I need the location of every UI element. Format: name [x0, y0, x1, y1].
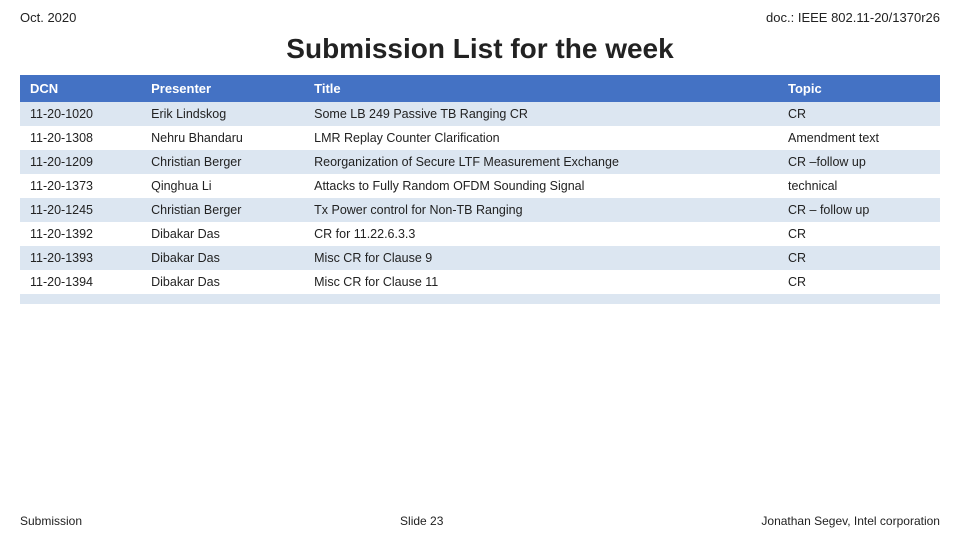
col-header-dcn: DCN [20, 75, 141, 102]
col-header-topic: Topic [778, 75, 940, 102]
cell-topic: CR [778, 222, 940, 246]
cell-dcn: 11-20-1373 [20, 174, 141, 198]
table-row: 11-20-1394Dibakar DasMisc CR for Clause … [20, 270, 940, 294]
table-header-row: DCN Presenter Title Topic [20, 75, 940, 102]
table-row: 11-20-1308Nehru BhandaruLMR Replay Count… [20, 126, 940, 150]
doc-ref-label: doc.: IEEE 802.11-20/1370r26 [766, 10, 940, 25]
cell-presenter: Qinghua Li [141, 174, 304, 198]
cell-title: Misc CR for Clause 9 [304, 246, 778, 270]
footer: Submission Slide 23 Jonathan Segev, Inte… [0, 514, 960, 528]
cell-title [304, 294, 778, 304]
page-title: Submission List for the week [0, 33, 960, 65]
cell-presenter: Nehru Bhandaru [141, 126, 304, 150]
table-row: 11-20-1393Dibakar DasMisc CR for Clause … [20, 246, 940, 270]
cell-presenter: Christian Berger [141, 198, 304, 222]
cell-dcn: 11-20-1245 [20, 198, 141, 222]
cell-dcn: 11-20-1020 [20, 102, 141, 126]
footer-center: Slide 23 [400, 514, 443, 528]
cell-presenter [141, 294, 304, 304]
cell-dcn: 11-20-1394 [20, 270, 141, 294]
cell-dcn: 11-20-1209 [20, 150, 141, 174]
cell-dcn: 11-20-1392 [20, 222, 141, 246]
footer-left: Submission [20, 514, 82, 528]
cell-title: Reorganization of Secure LTF Measurement… [304, 150, 778, 174]
cell-title: CR for 11.22.6.3.3 [304, 222, 778, 246]
table-row: 11-20-1373Qinghua LiAttacks to Fully Ran… [20, 174, 940, 198]
cell-topic: CR [778, 102, 940, 126]
cell-presenter: Dibakar Das [141, 222, 304, 246]
table-row: 11-20-1245Christian BergerTx Power contr… [20, 198, 940, 222]
header-bar: Oct. 2020 doc.: IEEE 802.11-20/1370r26 [0, 0, 960, 29]
col-header-presenter: Presenter [141, 75, 304, 102]
cell-title: Misc CR for Clause 11 [304, 270, 778, 294]
table-row: 11-20-1209Christian BergerReorganization… [20, 150, 940, 174]
cell-title: Some LB 249 Passive TB Ranging CR [304, 102, 778, 126]
date-label: Oct. 2020 [20, 10, 76, 25]
table-row [20, 294, 940, 304]
cell-title: LMR Replay Counter Clarification [304, 126, 778, 150]
cell-dcn: 11-20-1393 [20, 246, 141, 270]
cell-title: Attacks to Fully Random OFDM Sounding Si… [304, 174, 778, 198]
cell-presenter: Dibakar Das [141, 246, 304, 270]
footer-right: Jonathan Segev, Intel corporation [761, 514, 940, 528]
cell-topic: Amendment text [778, 126, 940, 150]
cell-topic [778, 294, 940, 304]
cell-title: Tx Power control for Non-TB Ranging [304, 198, 778, 222]
submission-table: DCN Presenter Title Topic 11-20-1020Erik… [20, 75, 940, 304]
table-row: 11-20-1392Dibakar DasCR for 11.22.6.3.3C… [20, 222, 940, 246]
cell-presenter: Christian Berger [141, 150, 304, 174]
cell-topic: CR –follow up [778, 150, 940, 174]
cell-topic: CR – follow up [778, 198, 940, 222]
col-header-title: Title [304, 75, 778, 102]
table-container: DCN Presenter Title Topic 11-20-1020Erik… [0, 75, 960, 304]
cell-dcn [20, 294, 141, 304]
cell-topic: technical [778, 174, 940, 198]
cell-topic: CR [778, 246, 940, 270]
cell-topic: CR [778, 270, 940, 294]
cell-presenter: Erik Lindskog [141, 102, 304, 126]
table-row: 11-20-1020Erik LindskogSome LB 249 Passi… [20, 102, 940, 126]
cell-dcn: 11-20-1308 [20, 126, 141, 150]
cell-presenter: Dibakar Das [141, 270, 304, 294]
